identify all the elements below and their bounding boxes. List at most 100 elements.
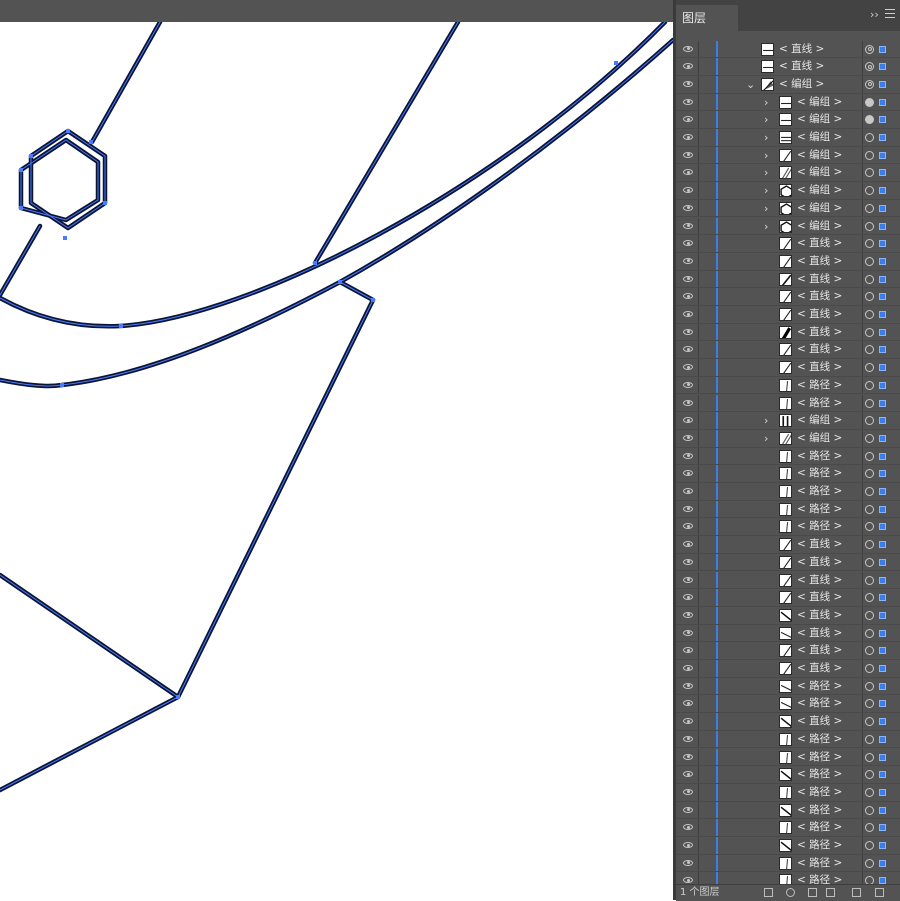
layer-row[interactable]: < 路径 >: [676, 677, 900, 696]
layer-row[interactable]: < 路径 >: [676, 801, 900, 820]
visibility-eye-icon[interactable]: [683, 399, 693, 406]
layer-row[interactable]: < 路径 >: [676, 837, 900, 855]
target-circle-icon[interactable]: [865, 876, 874, 884]
selection-indicator[interactable]: [879, 187, 886, 195]
visibility-eye-icon[interactable]: [683, 169, 693, 176]
selection-indicator[interactable]: [879, 328, 886, 336]
visibility-eye-icon[interactable]: [683, 417, 693, 424]
delete-layer-icon[interactable]: [875, 888, 884, 897]
target-circle-icon[interactable]: [865, 256, 874, 266]
layer-row[interactable]: < 路径 >: [676, 376, 900, 395]
lock-column[interactable]: [698, 129, 699, 146]
chevron-right-icon[interactable]: ›: [764, 164, 768, 181]
target-circle-icon[interactable]: [865, 593, 874, 603]
selection-indicator[interactable]: [879, 63, 886, 71]
selection-indicator[interactable]: [879, 434, 886, 442]
target-circle-icon[interactable]: [865, 787, 874, 797]
layer-row[interactable]: < 路径 >: [676, 872, 900, 884]
layer-row[interactable]: › < 编组 >: [676, 164, 900, 183]
layer-row[interactable]: < 路径 >: [676, 783, 900, 802]
layer-row[interactable]: < 直线 >: [676, 235, 900, 253]
layer-name[interactable]: < 直线 >: [797, 324, 842, 342]
target-circle-icon[interactable]: [865, 664, 874, 673]
layer-row[interactable]: < 直线 >: [676, 270, 900, 289]
layer-name[interactable]: < 路径 >: [797, 483, 842, 501]
layer-row[interactable]: › < 编组 >: [676, 146, 900, 165]
lock-column[interactable]: [698, 589, 699, 606]
target-circle-icon[interactable]: [865, 540, 874, 550]
lock-column[interactable]: [698, 713, 699, 730]
layer-row[interactable]: < 路径 >: [676, 465, 900, 483]
layer-name[interactable]: < 路径 >: [797, 819, 842, 837]
layer-name[interactable]: < 编组 >: [797, 164, 842, 182]
layer-row[interactable]: < 直线 >: [676, 642, 900, 660]
selection-indicator[interactable]: [879, 169, 886, 177]
layer-name[interactable]: < 路径 >: [797, 802, 842, 820]
lock-column[interactable]: [698, 483, 699, 500]
target-circle-icon[interactable]: [865, 487, 874, 496]
selection-indicator[interactable]: [879, 417, 886, 425]
layer-row[interactable]: < 路径 >: [676, 447, 900, 466]
selection-indicator[interactable]: [879, 665, 886, 672]
target-circle-icon[interactable]: [865, 841, 874, 850]
selection-indicator[interactable]: [879, 364, 886, 372]
visibility-eye-icon[interactable]: [683, 877, 693, 884]
chevron-right-icon[interactable]: ›: [764, 111, 768, 128]
target-circle-icon[interactable]: [865, 133, 874, 142]
lock-column[interactable]: [698, 783, 699, 801]
selection-indicator[interactable]: [879, 859, 886, 867]
layer-name[interactable]: < 路径 >: [797, 678, 842, 696]
target-circle-icon[interactable]: [865, 398, 874, 408]
selection-indicator[interactable]: [879, 824, 886, 832]
visibility-eye-icon[interactable]: [683, 523, 693, 530]
selection-indicator[interactable]: [879, 523, 886, 531]
layer-row[interactable]: < 直线 >: [676, 341, 900, 360]
selection-indicator[interactable]: [879, 735, 886, 743]
selection-indicator[interactable]: [879, 806, 886, 814]
layer-row[interactable]: › < 编组 >: [676, 217, 900, 236]
layer-row[interactable]: < 直线 >: [676, 536, 900, 554]
layer-row[interactable]: < 路径 >: [676, 766, 900, 784]
layer-name[interactable]: < 路径 >: [797, 695, 842, 713]
layer-name[interactable]: < 直线 >: [797, 554, 842, 572]
layer-name[interactable]: < 编组 >: [797, 94, 842, 112]
layer-name[interactable]: < 编组 >: [797, 147, 842, 165]
visibility-eye-icon[interactable]: [683, 364, 693, 371]
chevron-right-icon[interactable]: ›: [764, 129, 768, 146]
layer-name[interactable]: < 直线 >: [797, 536, 842, 554]
lock-column[interactable]: [698, 252, 699, 270]
target-circle-icon[interactable]: [865, 221, 874, 231]
target-circle-icon[interactable]: [865, 805, 874, 815]
layer-name[interactable]: < 编组 >: [797, 182, 842, 200]
layer-row[interactable]: < 直线 >: [676, 660, 900, 678]
visibility-eye-icon[interactable]: [683, 788, 693, 795]
selection-indicator[interactable]: [879, 700, 886, 708]
lock-column[interactable]: [698, 93, 699, 111]
layer-name[interactable]: < 直线 >: [797, 660, 842, 678]
locate-object-icon[interactable]: [786, 888, 795, 897]
layer-row[interactable]: < 路径 >: [676, 819, 900, 837]
visibility-eye-icon[interactable]: [683, 824, 693, 831]
visibility-eye-icon[interactable]: [683, 771, 693, 778]
selection-indicator[interactable]: [879, 275, 886, 283]
target-circle-icon[interactable]: [865, 734, 874, 744]
target-circle-icon[interactable]: [865, 62, 874, 72]
target-circle-icon[interactable]: [865, 522, 874, 532]
lock-column[interactable]: [698, 58, 699, 75]
layer-row[interactable]: › < 编组 >: [676, 412, 900, 430]
target-circle-icon[interactable]: [865, 451, 874, 461]
visibility-eye-icon[interactable]: [683, 505, 693, 512]
layer-row[interactable]: < 直线 >: [676, 252, 900, 271]
selection-indicator[interactable]: [879, 505, 886, 513]
layer-name[interactable]: < 编组 >: [797, 129, 842, 147]
visibility-eye-icon[interactable]: [683, 187, 693, 194]
visibility-eye-icon[interactable]: [683, 434, 693, 441]
lock-column[interactable]: [698, 766, 699, 783]
lock-column[interactable]: [698, 872, 699, 884]
selection-indicator[interactable]: [879, 346, 886, 354]
visibility-eye-icon[interactable]: [683, 257, 693, 264]
lock-column[interactable]: [698, 624, 699, 642]
tab-layers[interactable]: 图层: [676, 5, 738, 31]
lock-column[interactable]: [698, 536, 699, 553]
target-circle-icon[interactable]: [865, 150, 874, 160]
